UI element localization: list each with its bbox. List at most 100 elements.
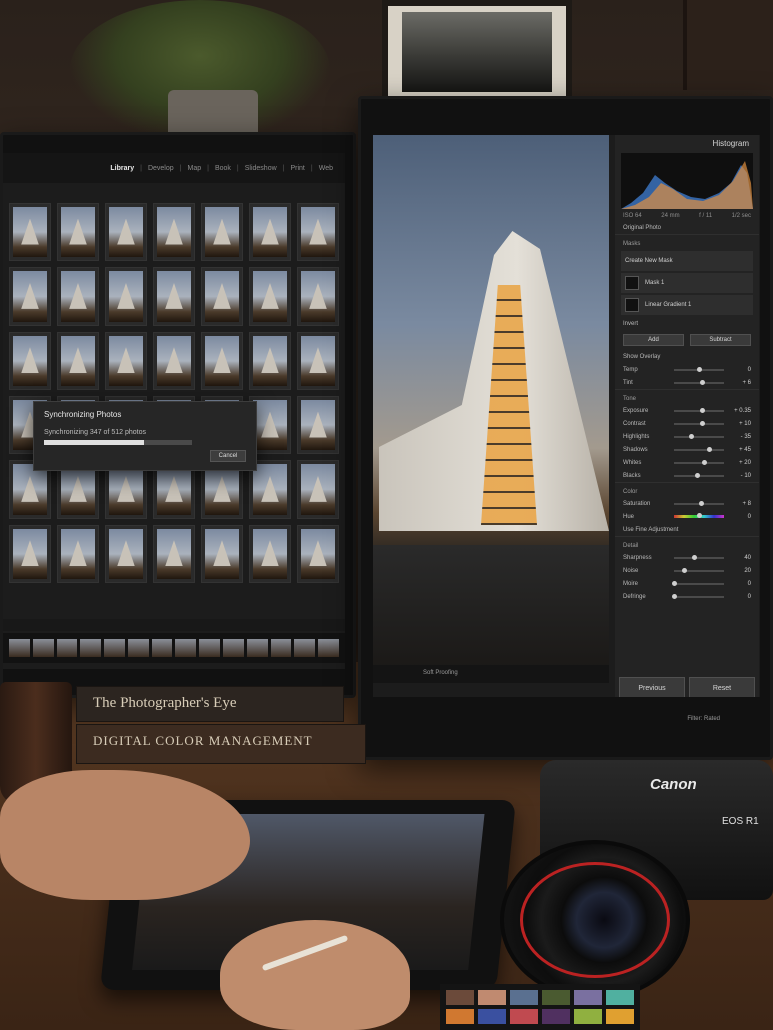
invert-row[interactable]: Invert xyxy=(615,317,759,330)
filmstrip-thumbnail[interactable] xyxy=(318,639,339,657)
slider-knob[interactable] xyxy=(699,379,705,385)
filmstrip-thumbnail[interactable] xyxy=(9,639,30,657)
filmstrip-thumbnail[interactable] xyxy=(127,639,149,657)
photo-thumbnail[interactable] xyxy=(9,267,51,326)
slider-track[interactable] xyxy=(672,580,724,586)
filmstrip-thumbnail[interactable] xyxy=(151,639,173,657)
photo-thumbnail[interactable] xyxy=(297,460,339,519)
mask-item[interactable]: Mask 1 xyxy=(621,273,753,293)
reset-button[interactable]: Reset xyxy=(689,677,755,697)
photo-thumbnail[interactable] xyxy=(57,331,99,390)
detail-header[interactable]: Detail xyxy=(615,536,759,551)
slider-knob[interactable] xyxy=(694,472,700,478)
photo-thumbnail[interactable] xyxy=(105,331,147,390)
filmstrip-thumbnail[interactable] xyxy=(175,639,197,657)
masks-header[interactable]: Masks xyxy=(615,234,759,249)
slider-knob[interactable] xyxy=(702,459,707,465)
photo-thumbnail[interactable] xyxy=(153,203,195,262)
tone-exposure-slider[interactable]: Exposure + 0.35 xyxy=(615,404,759,417)
show-overlay-row[interactable]: Show Overlay xyxy=(615,350,759,363)
slider-knob[interactable] xyxy=(672,580,677,586)
filmstrip-thumbnail[interactable] xyxy=(246,639,268,657)
slider-knob[interactable] xyxy=(682,567,687,573)
photo-thumbnail[interactable] xyxy=(105,267,147,326)
photo-thumbnail[interactable] xyxy=(9,203,51,262)
wb-temp-slider[interactable]: Temp 0 xyxy=(615,363,759,376)
filter-value[interactable]: Rated xyxy=(704,716,720,722)
module-book[interactable]: Book xyxy=(213,165,233,172)
filmstrip-thumbnail[interactable] xyxy=(56,639,78,657)
filmstrip-thumbnail[interactable] xyxy=(104,639,125,657)
filmstrip-thumbnail[interactable] xyxy=(199,639,221,657)
module-library[interactable]: Library xyxy=(108,165,136,172)
photo-thumbnail[interactable] xyxy=(57,267,99,326)
slider-knob[interactable] xyxy=(688,433,694,439)
previous-button[interactable]: Previous xyxy=(619,677,685,697)
slider-track[interactable] xyxy=(674,433,724,439)
photo-thumbnail[interactable] xyxy=(105,524,147,583)
detail-noise-slider[interactable]: Noise 20 xyxy=(615,564,759,577)
slider-track[interactable] xyxy=(674,554,724,560)
slider-track[interactable] xyxy=(674,513,724,518)
slider-track[interactable] xyxy=(674,567,724,573)
tone-whites-slider[interactable]: Whites + 20 xyxy=(615,456,759,469)
module-map[interactable]: Map xyxy=(185,165,203,172)
tone-shadows-slider[interactable]: Shadows + 45 xyxy=(615,443,759,456)
color-saturation-slider[interactable]: Saturation + 8 xyxy=(615,497,759,510)
slider-knob[interactable] xyxy=(699,420,705,426)
detail-moire-slider[interactable]: Moire 0 xyxy=(615,577,759,590)
slider-track[interactable] xyxy=(674,366,724,372)
module-print[interactable]: Print xyxy=(288,165,306,172)
tone-highlights-slider[interactable]: Highlights - 35 xyxy=(615,430,759,443)
filmstrip-thumbnail[interactable] xyxy=(223,639,244,657)
photo-thumbnail[interactable] xyxy=(297,395,339,455)
detail-sharpness-slider[interactable]: Sharpness 40 xyxy=(615,551,759,564)
soft-proofing-label[interactable]: Soft Proofing xyxy=(423,670,458,676)
slider-track[interactable] xyxy=(674,472,724,478)
photo-thumbnail[interactable] xyxy=(57,524,99,583)
slider-track[interactable] xyxy=(674,379,724,385)
photo-thumbnail[interactable] xyxy=(249,331,291,390)
module-develop[interactable]: Develop xyxy=(146,165,176,172)
photo-thumbnail[interactable] xyxy=(201,331,243,390)
slider-knob[interactable] xyxy=(699,500,704,506)
slider-track[interactable] xyxy=(672,593,724,599)
photo-thumbnail[interactable] xyxy=(9,331,51,390)
slider-knob[interactable] xyxy=(672,593,677,599)
tone-header[interactable]: Tone xyxy=(615,389,759,404)
photo-thumbnail[interactable] xyxy=(105,203,147,262)
create-mask-button[interactable]: Create New Mask xyxy=(621,251,753,271)
photo-thumbnail[interactable] xyxy=(249,203,291,262)
add-button[interactable]: Add xyxy=(623,334,684,346)
module-slideshow[interactable]: Slideshow xyxy=(243,165,279,172)
original-photo-row[interactable]: Original Photo xyxy=(615,221,759,234)
slider-knob[interactable] xyxy=(697,366,702,372)
filmstrip-thumbnail[interactable] xyxy=(80,639,102,657)
wb-tint-slider[interactable]: Tint + 6 xyxy=(615,376,759,389)
slider-knob[interactable] xyxy=(692,554,697,560)
slider-knob[interactable] xyxy=(697,513,702,518)
photo-thumbnail[interactable] xyxy=(201,524,243,583)
subtract-button[interactable]: Subtract xyxy=(690,334,751,346)
filmstrip-thumbnail[interactable] xyxy=(32,639,54,657)
photo-thumbnail[interactable] xyxy=(153,524,195,583)
photo-thumbnail[interactable] xyxy=(297,524,339,583)
photo-thumbnail[interactable] xyxy=(9,524,51,583)
cancel-button[interactable]: Cancel xyxy=(210,450,246,462)
color-hue-slider[interactable]: Hue 0 xyxy=(615,510,759,523)
photo-thumbnail[interactable] xyxy=(249,267,291,326)
slider-track[interactable] xyxy=(674,407,724,413)
filmstrip-thumbnail[interactable] xyxy=(294,639,316,657)
photo-thumbnail[interactable] xyxy=(153,331,195,390)
photo-thumbnail[interactable] xyxy=(57,203,99,262)
photo-thumbnail[interactable] xyxy=(249,524,291,583)
photo-thumbnail[interactable] xyxy=(297,331,339,390)
photo-thumbnail[interactable] xyxy=(297,267,339,326)
filmstrip-thumbnail[interactable] xyxy=(270,639,292,657)
tone-blacks-slider[interactable]: Blacks - 10 xyxy=(615,469,759,482)
slider-knob[interactable] xyxy=(707,446,712,452)
photo-thumbnail[interactable] xyxy=(297,203,339,262)
slider-track[interactable] xyxy=(674,500,724,506)
panel-title[interactable]: Histogram xyxy=(615,135,759,151)
module-web[interactable]: Web xyxy=(317,165,335,172)
